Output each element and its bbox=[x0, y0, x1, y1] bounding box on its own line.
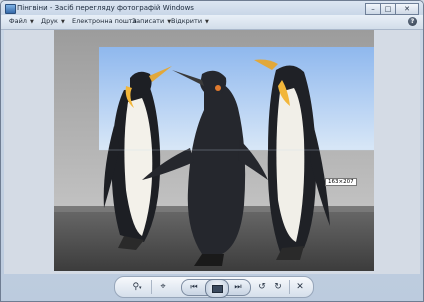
toolbar-divider bbox=[151, 280, 152, 294]
chevron-down-icon: ▾ bbox=[139, 285, 142, 291]
help-icon[interactable]: ? bbox=[408, 17, 417, 26]
photo-viewer-app-icon bbox=[5, 4, 16, 14]
photo-viewer-window: Пінгвіни - Засіб перегляду фотографій Wi… bbox=[0, 0, 424, 302]
cursor-coordinates-tooltip: 163×207 bbox=[325, 178, 357, 186]
rotate-clockwise-button[interactable]: ↻ bbox=[271, 280, 285, 294]
slideshow-button[interactable] bbox=[205, 279, 229, 298]
delete-button[interactable]: ✕ bbox=[293, 280, 307, 294]
menu-print-label: Друк bbox=[41, 17, 58, 25]
penguins-photo bbox=[54, 30, 374, 271]
slideshow-icon bbox=[212, 285, 223, 293]
window-controls: – □ ✕ bbox=[365, 3, 419, 15]
menu-print[interactable]: Друк ▼ bbox=[41, 17, 65, 25]
menu-email-label: Електронна пошта bbox=[72, 17, 137, 25]
chevron-down-icon: ▼ bbox=[29, 19, 34, 25]
image-viewport[interactable]: 163×207 bbox=[4, 30, 420, 274]
delete-icon: ✕ bbox=[296, 282, 304, 292]
close-button[interactable]: ✕ bbox=[395, 3, 419, 15]
navigation-group: ⏮ ⏭ bbox=[181, 279, 251, 298]
maximize-button[interactable]: □ bbox=[380, 3, 396, 15]
chevron-down-icon: ▼ bbox=[205, 19, 209, 25]
fit-window-icon: ⌖ bbox=[160, 282, 166, 292]
minimize-button[interactable]: – bbox=[365, 3, 381, 15]
menu-burn[interactable]: Записати ▼ bbox=[132, 17, 171, 25]
previous-icon: ⏮ bbox=[190, 282, 198, 291]
rotate-counterclockwise-icon: ↺ bbox=[258, 282, 266, 292]
menu-open[interactable]: Відкрити ▼ bbox=[171, 17, 209, 25]
menu-open-label: Відкрити bbox=[171, 17, 203, 25]
zoom-button[interactable]: ⚲▾ bbox=[127, 280, 147, 294]
chevron-down-icon: ▼ bbox=[60, 19, 65, 25]
menu-burn-label: Записати bbox=[132, 17, 165, 25]
toolbar-divider bbox=[289, 280, 290, 294]
rotate-counterclockwise-button[interactable]: ↺ bbox=[255, 280, 269, 294]
previous-button[interactable]: ⏮ bbox=[186, 280, 202, 294]
next-button[interactable]: ⏭ bbox=[230, 280, 246, 294]
rotate-clockwise-icon: ↻ bbox=[274, 282, 282, 292]
menu-file-label: Файл bbox=[9, 17, 27, 25]
menu-bar: Файл ▼ Друк ▼ Електронна пошта Записати ▼ В… bbox=[1, 15, 423, 30]
penguins-photo-graphic bbox=[54, 30, 374, 271]
window-title: Пінгвіни - Засіб перегляду фотографій Wi… bbox=[17, 4, 194, 12]
menu-email[interactable]: Електронна пошта bbox=[72, 17, 137, 25]
viewer-toolbar: ⚲▾ ⌖ ⏮ ⏭ ↺ ↻ ✕ bbox=[114, 276, 314, 298]
menu-file[interactable]: Файл ▼ bbox=[9, 17, 34, 25]
next-icon: ⏭ bbox=[234, 282, 242, 291]
actual-size-button[interactable]: ⌖ bbox=[155, 280, 171, 294]
